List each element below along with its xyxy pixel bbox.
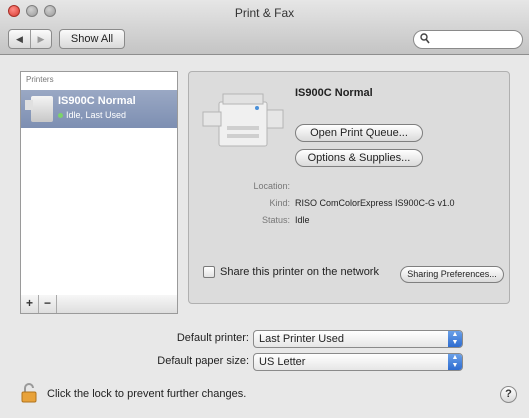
status-value: Idle	[295, 215, 310, 225]
forward-arrow-icon[interactable]: ▶	[30, 30, 51, 48]
location-label: Location:	[253, 181, 290, 191]
print-fax-window: Print & Fax ◀ ▶ Show All Printers IS900C…	[0, 0, 529, 418]
chevron-updown-icon: ▲ ▼	[448, 331, 462, 347]
printer-list[interactable]: Printers IS900C Normal Idle, Last Used	[20, 71, 178, 296]
printer-list-controls: + −	[20, 295, 178, 314]
chevron-updown-icon: ▲ ▼	[448, 354, 462, 370]
title-toolbar: Print & Fax ◀ ▶ Show All	[0, 0, 529, 55]
search-input[interactable]	[413, 30, 523, 49]
share-printer-row: Share this printer on the network	[203, 266, 379, 278]
default-paper-size-label: Default paper size:	[157, 355, 249, 367]
printer-list-item-name: IS900C Normal	[58, 95, 136, 107]
kind-value: RISO ComColorExpress IS900C-G v1.0	[295, 198, 455, 208]
add-printer-button[interactable]: +	[21, 295, 39, 313]
back-arrow-icon[interactable]: ◀	[9, 30, 30, 48]
sharing-preferences-button[interactable]: Sharing Preferences...	[400, 266, 504, 283]
lock-icon[interactable]	[21, 383, 37, 403]
open-print-queue-button[interactable]: Open Print Queue...	[295, 124, 423, 142]
printer-list-item[interactable]: IS900C Normal Idle, Last Used	[21, 90, 177, 128]
printer-icon	[25, 96, 53, 122]
window-title: Print & Fax	[234, 6, 295, 20]
share-printer-label[interactable]: Share this printer on the network	[220, 266, 379, 278]
lock-message: Click the lock to prevent further change…	[47, 388, 247, 400]
default-paper-size-select[interactable]: US Letter ▲ ▼	[253, 353, 463, 371]
nav-buttons: ◀ ▶	[8, 29, 52, 49]
show-all-button[interactable]: Show All	[59, 29, 125, 49]
search-icon	[420, 33, 430, 47]
help-button[interactable]: ?	[500, 386, 517, 403]
printer-image	[202, 93, 284, 147]
printer-status-text: Idle, Last Used	[66, 110, 127, 120]
default-printer-label: Default printer:	[176, 332, 249, 344]
kind-label: Kind:	[269, 198, 290, 208]
default-paper-size-value: US Letter	[259, 356, 306, 368]
default-printer-select[interactable]: Last Printer Used ▲ ▼	[253, 330, 463, 348]
printer-list-item-status: Idle, Last Used	[58, 110, 126, 120]
remove-printer-button[interactable]: −	[39, 295, 57, 313]
options-supplies-button[interactable]: Options & Supplies...	[295, 149, 423, 167]
printer-list-header: Printers	[26, 75, 54, 84]
printer-name-heading: IS900C Normal	[295, 87, 373, 99]
printer-detail-pane: IS900C Normal Open Print Queue... Option…	[188, 71, 510, 304]
default-printer-value: Last Printer Used	[259, 333, 344, 345]
share-printer-checkbox[interactable]	[203, 266, 215, 278]
status-label: Status:	[261, 215, 290, 225]
status-dot-icon	[58, 112, 63, 118]
